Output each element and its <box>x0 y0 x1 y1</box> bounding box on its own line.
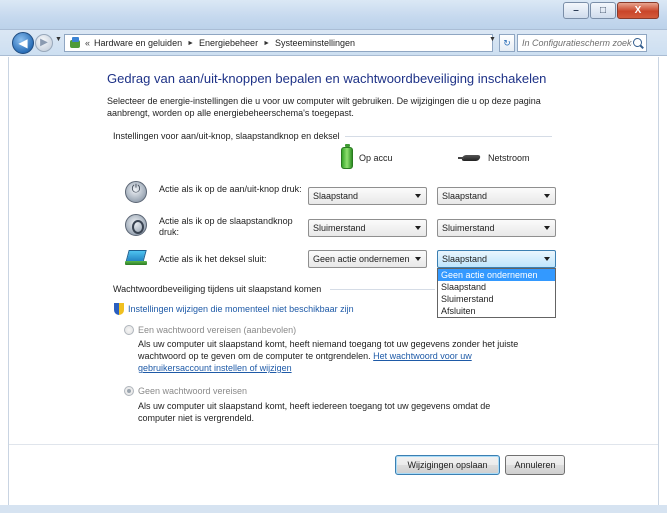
no-password-description: Als uw computer uit slaapstand komt, hee… <box>138 401 491 423</box>
no-password-radio[interactable] <box>124 386 134 396</box>
section-heading-buttons: Instellingen voor aan/uit-knop, slaapsta… <box>113 131 340 141</box>
uac-shield-icon <box>114 303 124 315</box>
dropdown-option[interactable]: Afsluiten <box>438 305 555 317</box>
breadcrumb-system-settings[interactable]: Systeeminstellingen <box>275 38 355 48</box>
section-heading-password: Wachtwoordbeveiliging tijdens uit slaaps… <box>113 284 322 294</box>
lid-ac-dropdown-list: Geen actie ondernemen Slaapstand Sluimer… <box>437 268 556 318</box>
breadcrumb-hardware[interactable]: Hardware en geluiden <box>94 38 182 48</box>
navigation-bar: ◀ ▶ ▼ « Hardware en geluiden ► Energiebe… <box>0 30 667 56</box>
power-button-battery-select[interactable]: Slaapstand <box>308 187 427 205</box>
power-button-ac-select[interactable]: Slaapstand <box>437 187 556 205</box>
sleep-button-ac-select[interactable]: Sluimerstand <box>437 219 556 237</box>
close-button[interactable]: X <box>617 2 659 19</box>
maximize-button[interactable]: □ <box>590 2 616 19</box>
select-value: Geen actie ondernemen <box>313 254 410 264</box>
require-password-label: Een wachtwoord vereisen (aanbevolen) <box>138 325 297 335</box>
section-divider <box>330 289 435 290</box>
refresh-button[interactable]: ↻ <box>499 34 515 52</box>
no-password-label: Geen wachtwoord vereisen <box>138 386 248 396</box>
page-title: Gedrag van aan/uit-knoppen bepalen en wa… <box>107 71 547 86</box>
chevron-down-icon <box>544 257 550 261</box>
dropdown-option[interactable]: Geen actie ondernemen <box>438 269 555 281</box>
section-divider <box>345 136 552 137</box>
recent-pages-dropdown[interactable]: ▼ <box>55 36 62 43</box>
control-panel-icon <box>69 37 81 49</box>
address-bar[interactable]: « Hardware en geluiden ► Energiebeheer ►… <box>64 34 493 52</box>
select-value: Slaapstand <box>442 191 488 201</box>
page-description: Selecteer de energie-instellingen die u … <box>107 96 541 118</box>
save-changes-button[interactable]: Wijzigingen opslaan <box>395 455 500 475</box>
window-controls: – □ X <box>562 2 659 19</box>
power-plug-icon <box>458 153 482 163</box>
column-label-battery: Op accu <box>359 153 393 163</box>
chevron-down-icon <box>415 226 421 230</box>
content-pane <box>8 57 659 505</box>
lid-ac-select[interactable]: Slaapstand <box>437 250 556 268</box>
column-header-battery: Op accu <box>341 144 393 169</box>
search-icon[interactable] <box>633 38 642 47</box>
chevron-down-icon <box>544 194 550 198</box>
search-box[interactable] <box>517 34 647 52</box>
column-header-power: Netstroom <box>458 153 530 163</box>
select-value: Slaapstand <box>442 254 488 264</box>
cancel-button[interactable]: Annuleren <box>505 455 565 475</box>
window-bottom-border <box>0 505 667 513</box>
back-button[interactable]: ◀ <box>12 32 34 54</box>
sleep-button-battery-select[interactable]: Sluimerstand <box>308 219 427 237</box>
footer-divider <box>9 444 658 445</box>
forward-button[interactable]: ▶ <box>35 34 53 52</box>
sleep-button-icon <box>125 214 147 236</box>
require-password-description: Als uw computer uit slaapstand komt, hee… <box>138 338 528 374</box>
chevron-down-icon <box>415 194 421 198</box>
breadcrumb-separator[interactable]: ► <box>187 40 194 47</box>
breadcrumb-separator[interactable]: ► <box>263 40 270 47</box>
breadcrumb-power-options[interactable]: Energiebeheer <box>199 38 258 48</box>
minimize-button[interactable]: – <box>563 2 589 19</box>
select-value: Slaapstand <box>313 191 359 201</box>
row-label-sleep-button: Actie als ik op de slaapstandknop druk: <box>159 216 293 237</box>
row-label-lid: Actie als ik het deksel sluit: <box>159 254 267 264</box>
select-value: Sluimerstand <box>313 223 366 233</box>
change-unavailable-settings-link[interactable]: Instellingen wijzigen die momenteel niet… <box>128 304 354 314</box>
search-input[interactable] <box>522 38 632 48</box>
select-value: Sluimerstand <box>442 223 495 233</box>
battery-icon <box>341 144 353 169</box>
chevron-down-icon <box>415 257 421 261</box>
address-dropdown[interactable]: ▼ <box>489 36 496 43</box>
chevron-down-icon <box>544 226 550 230</box>
column-label-power: Netstroom <box>488 153 530 163</box>
dropdown-option[interactable]: Sluimerstand <box>438 293 555 305</box>
breadcrumb-overflow[interactable]: « <box>85 38 90 48</box>
window-titlebar: – □ X <box>0 0 667 30</box>
require-password-radio[interactable] <box>124 325 134 335</box>
lid-battery-select[interactable]: Geen actie ondernemen <box>308 250 427 268</box>
power-button-icon <box>125 181 147 203</box>
dropdown-option[interactable]: Slaapstand <box>438 281 555 293</box>
laptop-lid-icon <box>125 246 147 268</box>
row-label-power-button: Actie als ik op de aan/uit-knop druk: <box>159 184 302 194</box>
